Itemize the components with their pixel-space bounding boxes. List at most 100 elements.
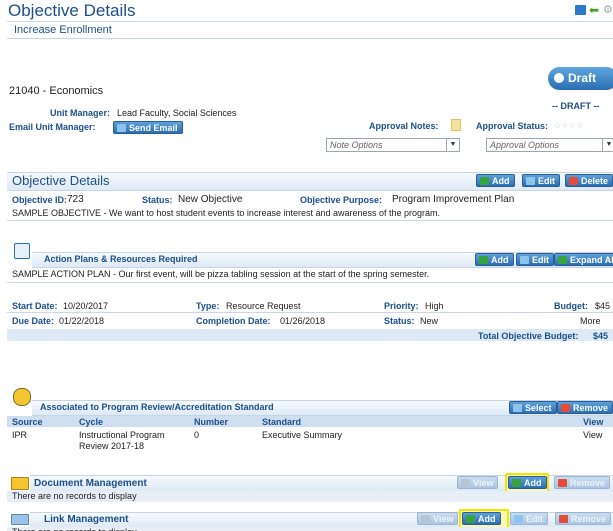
unit-manager-label: Unit Manager: (50, 108, 111, 118)
standards-remove-button[interactable]: Remove (557, 401, 613, 414)
folder-icon (11, 477, 29, 490)
export-icon[interactable] (575, 5, 586, 15)
action-status-label: Status: (384, 316, 415, 326)
col-cycle: Cycle (79, 417, 104, 427)
draft-icon (554, 73, 564, 83)
total-budget-value: $45 (593, 331, 609, 341)
standards-title: Associated to Program Review/Accreditati… (40, 402, 274, 412)
priority-label: Priority: (384, 301, 419, 311)
view-icon (461, 479, 470, 487)
remove-icon (561, 404, 570, 412)
objective-purpose-label: Objective Purpose: (300, 195, 383, 205)
col-standard: Standard (262, 417, 302, 427)
add-icon (480, 177, 489, 185)
document-management-title: Document Management (34, 478, 147, 489)
add-icon (512, 479, 521, 487)
objective-add-button[interactable]: Add (476, 174, 515, 187)
divider (7, 312, 613, 313)
link-remove-button[interactable]: Remove (555, 512, 612, 525)
edit-icon (520, 256, 529, 264)
unit-name: 21040 - Economics (9, 85, 104, 97)
standards-select-button[interactable]: Select (509, 401, 557, 414)
header-divider-2 (7, 38, 613, 39)
edit-icon (514, 515, 523, 523)
objective-purpose-value: Program Improvement Plan (392, 194, 515, 205)
row-view-link[interactable]: View (583, 430, 602, 440)
approval-status-icons: ○○○○ (555, 120, 585, 130)
priority-value: High (425, 301, 444, 311)
total-budget-label: Total Objective Budget: (478, 331, 579, 341)
divider (7, 220, 613, 221)
type-value: Resource Request (226, 301, 301, 311)
document-remove-button[interactable]: Remove (554, 476, 611, 489)
col-view: View (583, 417, 604, 427)
action-plans-title: Action Plans & Resources Required (44, 254, 198, 264)
start-date-value: 10/20/2017 (63, 301, 109, 311)
link-view-button[interactable]: View (417, 512, 459, 525)
objective-delete-button[interactable]: Delete (565, 174, 613, 187)
row-source: IPR (12, 430, 28, 440)
objective-status-value: New Objective (178, 194, 243, 205)
unit-manager-value: Lead Faculty, Social Sciences (117, 108, 237, 118)
row-cycle-line2: Review 2017-18 (79, 441, 145, 451)
select-icon (513, 404, 522, 412)
document-add-button[interactable]: Add (508, 476, 547, 489)
remove-icon (559, 515, 568, 523)
row-standard: Executive Summary (262, 430, 343, 440)
row-cycle-line1: Instructional Program (79, 430, 165, 440)
header-divider (7, 21, 613, 22)
document-view-button[interactable]: View (457, 476, 499, 489)
email-icon (117, 124, 126, 132)
approval-notes-label: Approval Notes: (369, 121, 439, 131)
approval-options-select[interactable]: Approval Options ▼ (486, 138, 613, 152)
chevron-down-icon: ▼ (602, 139, 613, 151)
action-status-value: New (420, 316, 439, 326)
type-label: Type: (196, 301, 220, 311)
due-date-label: Due Date: (12, 316, 55, 326)
expand-icon (558, 256, 567, 264)
delete-icon (569, 177, 578, 185)
remove-icon (558, 479, 567, 487)
link-empty-message: There are no records to display (7, 527, 613, 531)
edit-icon (526, 177, 535, 185)
note-options-select[interactable]: Note Options ▼ (326, 138, 460, 152)
back-arrow-icon[interactable]: ⬅ (589, 4, 599, 16)
approval-notes-icon[interactable] (451, 119, 461, 131)
link-add-button[interactable]: Add (462, 512, 501, 525)
completion-date-label: Completion Date: (196, 316, 271, 326)
settings-icon[interactable]: ⚙ (603, 4, 613, 16)
chevron-down-icon: ▼ (446, 139, 459, 151)
expand-all-button[interactable]: Expand All (554, 253, 613, 266)
objective-description: SAMPLE OBJECTIVE - We want to host stude… (12, 208, 441, 218)
standards-icon (13, 388, 31, 406)
send-email-button[interactable]: Send Email (113, 121, 183, 134)
draft-button[interactable]: Draft (548, 67, 613, 90)
objective-edit-button[interactable]: Edit (522, 174, 560, 187)
action-plan-description: SAMPLE ACTION PLAN - Our first event, wi… (12, 269, 430, 279)
action-edit-button[interactable]: Edit (516, 253, 554, 266)
document-empty-message: There are no records to display (7, 491, 613, 502)
objective-id-label: Objective ID: (12, 195, 68, 205)
completion-date-value: 01/26/2018 (280, 316, 326, 326)
page-title: Objective Details (8, 1, 136, 20)
approval-status-label: Approval Status: (476, 121, 549, 131)
add-icon (479, 256, 488, 264)
email-unit-manager-label: Email Unit Manager: (9, 122, 96, 132)
action-plans-icon (14, 243, 30, 259)
objective-subtitle: Increase Enrollment (14, 24, 112, 36)
view-icon (421, 515, 430, 523)
objective-status-label: Status: (142, 195, 173, 205)
budget-label: Budget: (554, 301, 588, 311)
due-date-value: 01/22/2018 (59, 316, 105, 326)
col-source: Source (12, 417, 43, 427)
objective-id-value: 723 (67, 194, 84, 205)
budget-value: $45 (595, 301, 611, 311)
start-date-label: Start Date: (12, 301, 58, 311)
link-management-title: Link Management (44, 514, 129, 525)
row-number: 0 (194, 430, 200, 440)
link-icon (11, 514, 29, 525)
action-add-button[interactable]: Add (475, 253, 514, 266)
objective-section-title: Objective Details (12, 173, 110, 188)
link-edit-button[interactable]: Edit (510, 512, 548, 525)
divider (7, 282, 613, 283)
